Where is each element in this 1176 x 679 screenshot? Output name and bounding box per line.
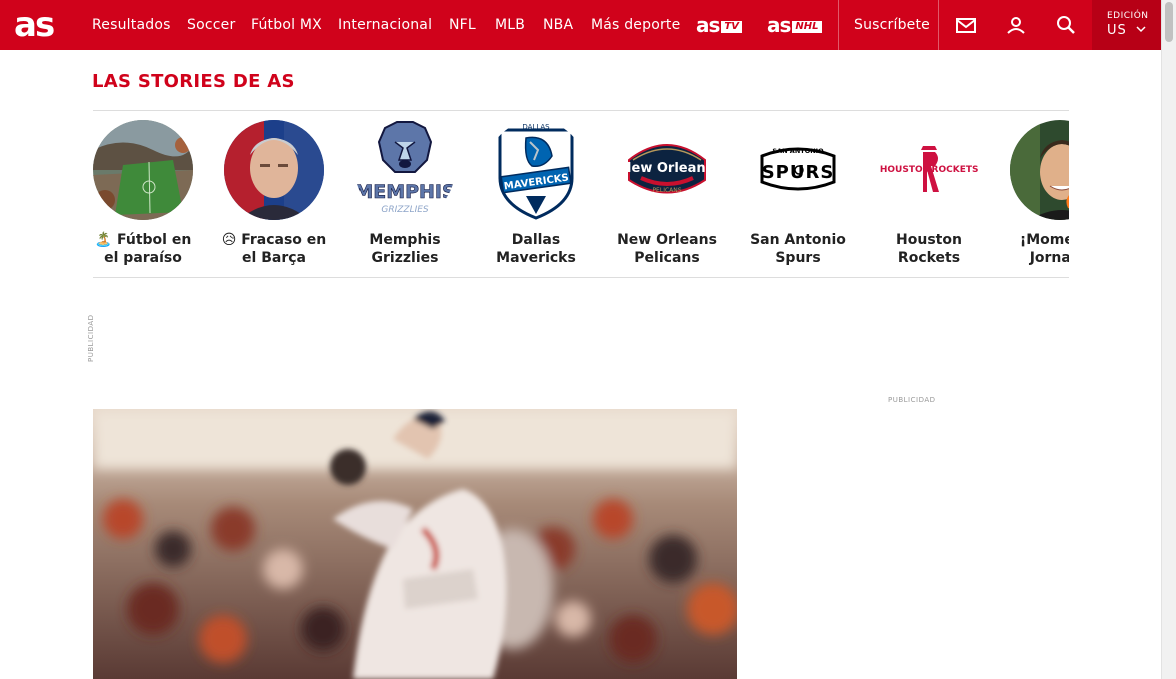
nav-futbol-mx[interactable]: Fútbol MX xyxy=(251,0,322,50)
story-label: New Orleans Pelicans xyxy=(617,232,717,266)
ad-label: PUBLICIDAD xyxy=(87,314,95,362)
svg-text:New Orleans: New Orleans xyxy=(621,161,714,176)
svg-text:DALLAS: DALLAS xyxy=(522,123,550,131)
story-label: 🏝️ Fútbol en el paraíso xyxy=(94,232,192,266)
edition-value: US xyxy=(1107,23,1127,38)
as-tv-logo[interactable]: as TV xyxy=(696,14,742,36)
top-navigation-bar: as Resultados Soccer Fútbol MX Internaci… xyxy=(0,0,1161,50)
page-scrollbar[interactable] xyxy=(1161,0,1176,679)
houston-rockets-logo: HOUSTON ROCKETS xyxy=(879,120,979,220)
svg-text:as: as xyxy=(14,8,54,42)
scrollbar-thumb[interactable] xyxy=(1165,2,1173,42)
story-label: San Antonio Spurs xyxy=(750,232,846,266)
story-item[interactable]: ¡Momento Jornada xyxy=(1005,111,1069,277)
user-icon[interactable] xyxy=(1004,13,1028,37)
svg-text:SPURS: SPURS xyxy=(762,162,835,183)
dallas-mavericks-logo: DALLAS MAVERICKS xyxy=(486,120,586,220)
stories-title: LAS STORIES DE AS xyxy=(92,71,295,92)
svg-text:ROCKETS: ROCKETS xyxy=(932,165,979,175)
nav-mas-deporte[interactable]: Más deporte xyxy=(591,0,680,50)
story-label: ¡Momento Jornada xyxy=(1019,232,1069,266)
story-label: Dallas Mavericks xyxy=(496,232,576,266)
nav-separator xyxy=(838,0,839,50)
story-label: 😥 Fracaso en el Barça xyxy=(221,232,327,266)
svg-text:HOUSTON: HOUSTON xyxy=(880,165,930,175)
nav-mlb[interactable]: MLB xyxy=(495,0,525,50)
man-portrait-photo xyxy=(224,120,324,220)
search-icon[interactable] xyxy=(1054,13,1078,37)
edition-selector[interactable]: EDICIÓN US xyxy=(1092,0,1161,50)
ad-label: PUBLICIDAD xyxy=(888,396,936,404)
stories-carousel[interactable]: 🏝️ Fútbol en el paraíso 😥 Fracaso en el … xyxy=(93,111,1069,277)
story-item[interactable]: 😥 Fracaso en el Barça xyxy=(219,111,329,277)
svg-text:GRIZZLIES: GRIZZLIES xyxy=(381,205,429,215)
svg-text:SAN ANTONIO: SAN ANTONIO xyxy=(772,147,824,155)
new-orleans-pelicans-logo: New Orleans PELICANS xyxy=(617,120,717,220)
san-antonio-spurs-logo: SAN ANTONIO SPURS xyxy=(748,120,848,220)
story-item[interactable]: MEMPHIS GRIZZLIES Memphis Grizzlies xyxy=(350,111,460,277)
football-field-photo xyxy=(93,120,193,220)
memphis-grizzlies-logo: MEMPHIS GRIZZLIES xyxy=(355,120,455,220)
nav-separator xyxy=(938,0,939,50)
baseball-pitcher-photo[interactable] xyxy=(93,409,737,679)
as-nhl-logo[interactable]: as NHL xyxy=(767,14,822,36)
story-item[interactable]: SAN ANTONIO SPURS San Antonio Spurs xyxy=(743,111,853,277)
story-item[interactable]: HOUSTON ROCKETS Houston Rockets xyxy=(874,111,984,277)
story-item[interactable]: 🏝️ Fútbol en el paraíso xyxy=(93,111,198,277)
player-portrait-photo xyxy=(1010,120,1069,220)
story-label: Houston Rockets xyxy=(896,232,962,266)
svg-text:MEMPHIS: MEMPHIS xyxy=(355,181,455,203)
story-item[interactable]: DALLAS MAVERICKS Dallas Mavericks xyxy=(481,111,591,277)
as-logo[interactable]: as xyxy=(14,8,64,42)
nav-nfl[interactable]: NFL xyxy=(449,0,476,50)
nav-resultados[interactable]: Resultados xyxy=(92,0,171,50)
svg-text:PELICANS: PELICANS xyxy=(652,187,681,194)
divider xyxy=(93,277,1069,278)
story-item[interactable]: New Orleans PELICANS New Orleans Pelican… xyxy=(612,111,722,277)
mail-icon[interactable] xyxy=(954,13,978,37)
chevron-down-icon xyxy=(1136,26,1146,33)
nav-nba[interactable]: NBA xyxy=(543,0,573,50)
edition-label: EDICIÓN xyxy=(1107,11,1149,21)
nav-internacional[interactable]: Internacional xyxy=(338,0,432,50)
nav-soccer[interactable]: Soccer xyxy=(187,0,235,50)
story-label: Memphis Grizzlies xyxy=(369,232,441,266)
subscribe-link[interactable]: Suscríbete xyxy=(854,0,930,50)
